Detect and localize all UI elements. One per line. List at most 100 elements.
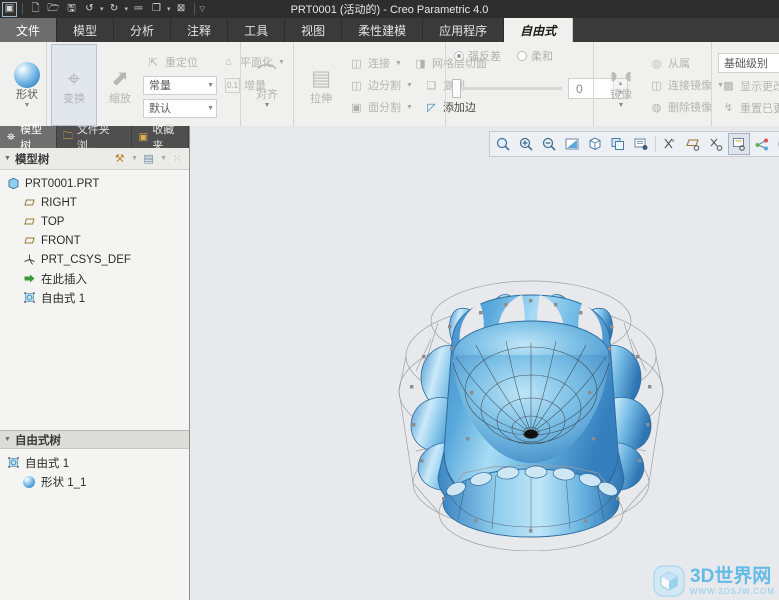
connect-dropdown-icon[interactable]: ▼	[395, 60, 402, 67]
delete-mirror-icon: ◍	[651, 101, 662, 114]
scale-button[interactable]: ⬈ 缩放	[97, 44, 143, 126]
level-combo[interactable]: 基础级别 ▼	[718, 53, 779, 73]
tree-item-csys-label: PRT_CSYS_DEF	[41, 253, 131, 266]
model-svg	[398, 280, 664, 552]
align-button[interactable]: ⌒ 对齐 ▼	[245, 44, 289, 126]
tab-flexible-modeling[interactable]: 柔性建模	[342, 18, 424, 42]
tab-applications[interactable]: 应用程序	[423, 18, 505, 42]
tab-analysis[interactable]: 分析	[114, 18, 172, 42]
crease-slider[interactable]	[452, 79, 562, 98]
tab-freestyle[interactable]: 自由式	[504, 18, 574, 42]
watermark-subtitle: WWW.3DSJW.COM	[690, 586, 775, 596]
tree-item-csys[interactable]: PRT_CSYS_DEF	[0, 250, 189, 269]
tree-item-top[interactable]: TOP	[0, 212, 189, 231]
undo-dropdown-icon[interactable]: ▾	[100, 5, 104, 13]
tab-tools[interactable]: 工具	[228, 18, 286, 42]
reset-changed-button[interactable]: ↯ 重置已更改 ▼	[718, 98, 779, 117]
customize-qat-icon[interactable]: ▽	[200, 5, 205, 13]
constant-combo[interactable]: 常量 ▼	[143, 75, 217, 95]
show-changes-button[interactable]: ▩ 显示更改项	[718, 76, 779, 95]
shape-button-label: 形状	[16, 88, 38, 101]
soft-crease-radio[interactable]: 柔和	[517, 48, 553, 64]
datum-display-icon[interactable]: x	[659, 133, 681, 155]
annotation-display-icon[interactable]	[728, 133, 750, 155]
spin-center-icon[interactable]	[751, 133, 773, 155]
face-split-dropdown-icon[interactable]: ▼	[406, 104, 413, 111]
tree-columns-dropdown-icon[interactable]: ▼	[160, 155, 167, 162]
tab-flexible-modeling-label: 柔性建模	[358, 23, 407, 38]
tree-columns-icon[interactable]: ▤	[141, 151, 156, 166]
extrude-button[interactable]: ▤ 拉伸	[298, 44, 344, 126]
app-menu-icon[interactable]: ▣	[2, 1, 17, 17]
plane-display-icon[interactable]	[682, 133, 704, 155]
undo-icon[interactable]: ↺	[82, 2, 97, 17]
level-combo-value: 基础级别	[724, 58, 768, 70]
open-file-icon[interactable]: 🗁	[46, 2, 61, 17]
tree-item-insert-here[interactable]: 在此插入	[0, 269, 189, 288]
csys-display-icon[interactable]	[705, 133, 727, 155]
redo-icon[interactable]: ↻	[107, 2, 122, 17]
redo-dropdown-icon[interactable]: ▾	[125, 5, 129, 13]
tree-settings-dropdown-icon[interactable]: ▼	[131, 155, 138, 162]
shape-dropdown-icon[interactable]: ▼	[24, 102, 31, 109]
window-icon[interactable]: ❐	[149, 2, 164, 17]
new-file-icon[interactable]: 🗋	[28, 2, 43, 17]
tree-item-part[interactable]: PRT0001.PRT	[0, 174, 189, 193]
saved-orientations-icon[interactable]	[584, 133, 606, 155]
navigator-tab-bar[interactable]: ⛯ 模型树 🗀 文件夹浏... ▣ 收藏夹	[0, 124, 189, 152]
view-manager-icon[interactable]	[607, 133, 629, 155]
default-combo[interactable]: 默认 ▼	[143, 98, 217, 118]
reposition-button[interactable]: ⇱ 重定位	[143, 53, 201, 72]
copy-icon: ❏	[426, 79, 437, 92]
nav-tab-folder-browser[interactable]: 🗀 文件夹浏...	[57, 124, 133, 152]
align-dropdown-icon[interactable]: ▼	[264, 102, 271, 109]
constant-combo-caret-icon[interactable]: ▼	[207, 82, 214, 89]
freestyle-surface-model[interactable]	[386, 251, 676, 554]
regenerate-icon[interactable]: ≔	[131, 2, 146, 17]
tree-item-freestyle[interactable]: 自由式 1	[0, 288, 189, 307]
ribbon-group-multilevel: 基础级别 ▼ ▩ 显示更改项 ↯ 重置已更改 ▼	[711, 42, 779, 128]
transform-button[interactable]: ⌖ 变换	[51, 44, 97, 126]
tab-annotate[interactable]: 注释	[171, 18, 229, 42]
graphics-window[interactable]: x 3D世界网 WWW.3DSJW.COM	[191, 126, 779, 600]
refit-icon[interactable]	[561, 133, 583, 155]
edge-split-button[interactable]: ◫ 边分割 ▼	[346, 76, 416, 95]
freestyle-feature-icon	[22, 291, 36, 305]
default-combo-caret-icon[interactable]: ▼	[207, 105, 214, 112]
tree-item-right[interactable]: RIGHT	[0, 193, 189, 212]
crease-slider-thumb[interactable]	[452, 79, 461, 98]
connect-button[interactable]: ◫ 连接 ▼	[346, 54, 405, 73]
freestyle-tree-collapse-icon[interactable]: ▼	[4, 436, 11, 443]
tab-model[interactable]: 模型	[57, 18, 115, 42]
edge-split-dropdown-icon[interactable]: ▼	[406, 82, 413, 89]
shape-button[interactable]: 形状 ▼	[4, 44, 50, 126]
tab-file[interactable]: 文件	[0, 18, 58, 42]
window-dropdown-icon[interactable]: ▾	[167, 5, 171, 13]
surface-center-pole	[524, 429, 538, 439]
hard-crease-radio[interactable]: 强反差	[454, 48, 501, 64]
tab-view[interactable]: 视图	[285, 18, 343, 42]
quick-access-toolbar[interactable]: ▣ 🗋 🗁 🖫 ↺ ▾ ↻ ▾ ≔ ❐ ▾ ⊠ ▽	[2, 0, 205, 18]
model-tree-collapse-icon[interactable]: ▼	[4, 155, 11, 162]
named-view-icon[interactable]	[630, 133, 652, 155]
repaint-icon[interactable]	[492, 133, 514, 155]
ribbon-tab-bar[interactable]: 文件 模型 分析 注释 工具 视图 柔性建模 应用程序 自由式	[0, 18, 779, 42]
mirror-dropdown-icon[interactable]: ▼	[618, 102, 625, 109]
mirror-button[interactable]: ◗◖ 镜像 ▼	[598, 44, 644, 126]
graphics-toolbar[interactable]: x	[489, 131, 779, 157]
save-icon[interactable]: 🖫	[64, 2, 79, 17]
freestyle-tree-item-shape[interactable]: 形状 1_1	[0, 472, 189, 491]
reset-changed-label: 重置已更改	[740, 102, 779, 115]
tree-item-front[interactable]: FRONT	[0, 231, 189, 250]
zoom-out-icon[interactable]	[538, 133, 560, 155]
face-split-button[interactable]: ▣ 面分割 ▼	[346, 98, 416, 117]
tree-settings-icon[interactable]: ⚒	[112, 151, 127, 166]
zoom-in-icon[interactable]	[515, 133, 537, 155]
freestyle-tree-item-feature[interactable]: 自由式 1	[0, 453, 189, 472]
display-style-icon[interactable]	[774, 133, 779, 155]
tree-item-part-label: PRT0001.PRT	[25, 177, 100, 190]
nav-tab-favorites[interactable]: ▣ 收藏夹	[132, 124, 189, 152]
nav-tab-model-tree[interactable]: ⛯ 模型树	[0, 124, 57, 152]
close-window-icon[interactable]: ⊠	[174, 2, 189, 17]
tree-filter-icon[interactable]: ⁙	[170, 151, 185, 166]
